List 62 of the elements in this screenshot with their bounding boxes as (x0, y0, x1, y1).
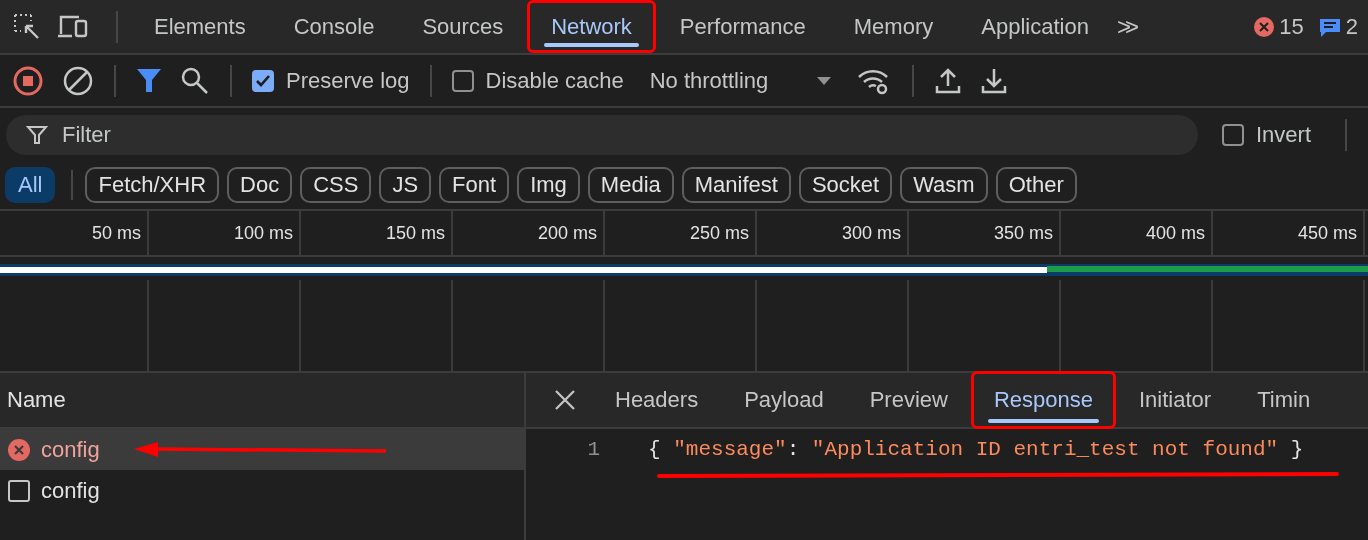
panel-tab[interactable]: Memory (829, 0, 958, 53)
request-row[interactable]: config (0, 429, 524, 470)
panel-tab[interactable]: Performance (655, 0, 830, 53)
invert-label: Invert (1256, 121, 1312, 148)
type-filter-chip[interactable]: Doc (227, 167, 293, 203)
caret-icon (816, 75, 833, 86)
time-tick-label: 150 ms (385, 222, 445, 244)
document-icon (7, 478, 31, 503)
panel-tab[interactable]: Sources (398, 0, 528, 53)
filter-field[interactable]: Filter (6, 114, 1198, 155)
details-tab[interactable]: Preview (846, 371, 971, 429)
clear-icon[interactable] (62, 64, 94, 97)
type-filter-chip[interactable]: Manifest (681, 167, 791, 203)
request-name: config (41, 477, 100, 504)
details-tab[interactable]: Payload (721, 371, 847, 429)
type-filter-chip[interactable]: Other (995, 167, 1077, 203)
filter-icon (26, 123, 48, 146)
request-row[interactable]: config (0, 470, 524, 511)
panel-tab[interactable]: Network (527, 0, 656, 53)
time-tick-label: 50 ms (91, 222, 141, 244)
response-code-line: { "message": "Application ID entri_test not found" } (648, 438, 1316, 461)
filter-icon[interactable] (136, 66, 162, 95)
time-tick-label: 350 ms (993, 222, 1053, 244)
time-tick-label: 450 ms (1297, 222, 1357, 244)
type-filter-chip[interactable]: Font (439, 167, 510, 203)
request-name: config (41, 436, 100, 463)
panel-tab[interactable]: Application (957, 0, 1113, 53)
record-stop-icon[interactable] (12, 64, 44, 97)
error-icon (7, 437, 31, 462)
time-tick-label: 300 ms (841, 222, 901, 244)
type-filter-chip[interactable]: Fetch/XHR (85, 167, 220, 203)
panel-tab[interactable]: Elements (130, 0, 270, 53)
details-tab[interactable]: Headers (592, 371, 722, 429)
throttling-dropdown[interactable]: No throttling (649, 67, 833, 94)
type-filter-chip[interactable]: Socket (798, 167, 893, 203)
message-count[interactable]: 2 (1345, 13, 1358, 40)
time-tick-label: 200 ms (537, 222, 597, 244)
line-number: 1 (586, 438, 600, 461)
details-tab[interactable]: Initiator (1116, 371, 1235, 429)
disable-cache-label: Disable cache (485, 67, 624, 94)
error-icon (1253, 15, 1276, 38)
checkbox[interactable] (252, 69, 274, 92)
panel-tab[interactable]: Console (269, 0, 399, 53)
details-tab[interactable]: Timin (1234, 371, 1334, 429)
checkbox[interactable] (451, 69, 474, 92)
close-icon[interactable] (554, 389, 576, 411)
type-filter-chip[interactable]: All (5, 167, 56, 203)
search-icon[interactable] (180, 65, 210, 96)
details-tab[interactable]: Response (970, 371, 1116, 429)
checkbox[interactable] (1222, 123, 1244, 146)
preserve-log-label: Preserve log (286, 67, 410, 94)
time-tick-label: 100 ms (233, 222, 293, 244)
error-count[interactable]: 15 (1279, 13, 1304, 40)
name-column-header[interactable]: Name (7, 387, 66, 413)
type-filter-chip[interactable]: Img (517, 167, 580, 203)
type-filter-chip[interactable]: Media (587, 167, 674, 203)
time-tick-label: 250 ms (689, 222, 749, 244)
type-filter-chip[interactable]: JS (379, 167, 432, 203)
more-tabs-button[interactable]: >> (1116, 12, 1133, 41)
time-tick-label: 400 ms (1145, 222, 1205, 244)
type-filter-chip[interactable]: Wasm (900, 167, 988, 203)
type-filter-chip[interactable]: CSS (300, 167, 372, 203)
